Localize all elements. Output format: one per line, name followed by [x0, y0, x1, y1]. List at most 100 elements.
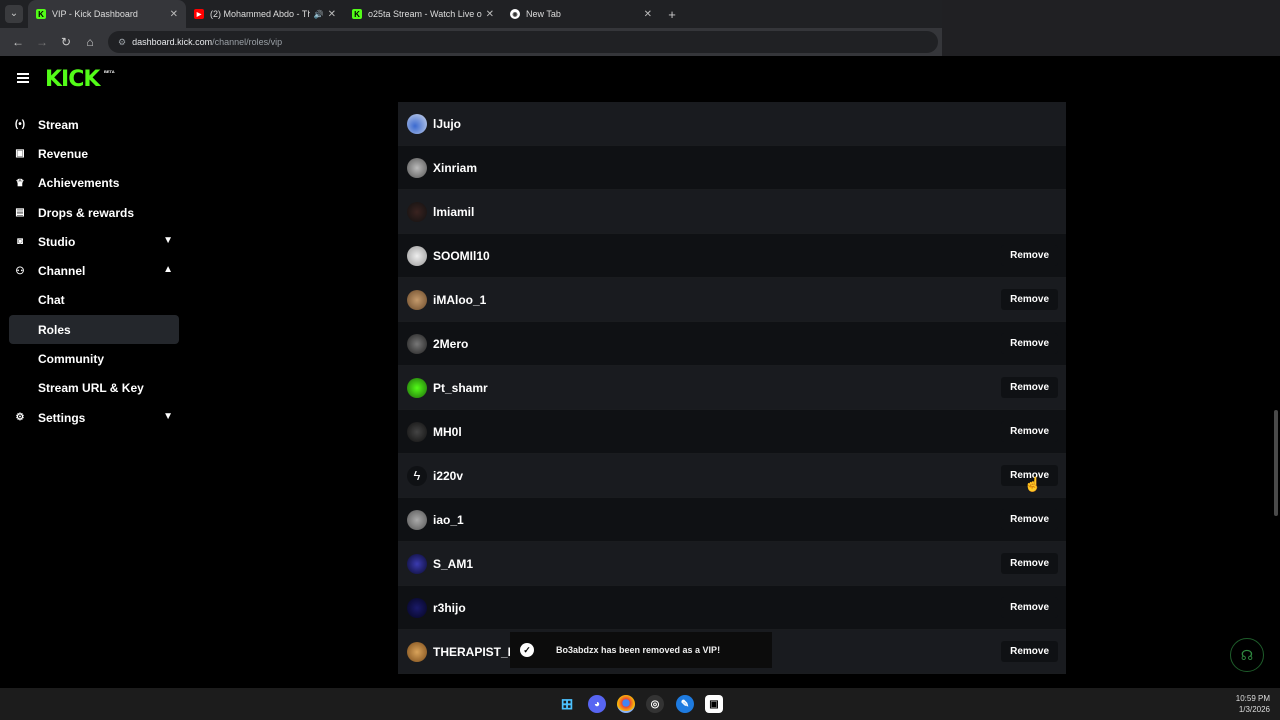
- avatar: [407, 597, 427, 618]
- kick-icon: K: [352, 9, 362, 19]
- kick-logo[interactable]: KICK: [45, 67, 100, 92]
- remove-button[interactable]: Remove: [1001, 509, 1058, 530]
- close-icon[interactable]: ✕: [328, 9, 336, 20]
- address-path: /channel/roles/vip: [212, 37, 283, 47]
- vip-username[interactable]: iao_1: [433, 513, 1001, 527]
- mouse-cursor-icon: ☝: [1024, 476, 1042, 492]
- chrome-icon[interactable]: [617, 695, 635, 713]
- windows-start-icon[interactable]: ⊞: [558, 695, 576, 713]
- vip-username[interactable]: lmiamil: [433, 205, 1066, 219]
- remove-button[interactable]: Remove: [1001, 553, 1058, 574]
- toast-notification: ✓ Bo3abdzx has been removed as a VIP!: [510, 632, 772, 668]
- remove-button[interactable]: Remove: [1001, 421, 1058, 442]
- vip-username[interactable]: iMAloo_1: [433, 293, 1001, 307]
- browser-tab-vip[interactable]: K VIP - Kick Dashboard ✕: [28, 0, 186, 28]
- reload-icon[interactable]: ↻: [54, 35, 78, 49]
- avatar: [407, 333, 427, 354]
- sidebar-item-label: Drops & rewards: [38, 205, 135, 220]
- vip-username[interactable]: lJujo: [433, 117, 1066, 131]
- forward-arrow-icon[interactable]: →: [30, 35, 54, 49]
- sidebar-item-chat[interactable]: Chat: [0, 286, 188, 315]
- chevron-down-icon: ▼: [163, 410, 173, 422]
- kick-dashboard: KICK BETA (•) Stream ▣ Revenue ♛ Achieve…: [0, 56, 1280, 688]
- vip-username[interactable]: 2Mero: [433, 337, 1001, 351]
- close-icon[interactable]: ✕: [486, 9, 494, 20]
- obs-icon[interactable]: ◎: [646, 695, 664, 713]
- avatar: [407, 245, 427, 266]
- lightning-icon: ϟ: [407, 465, 427, 486]
- tab-title: o25ta Stream - Watch Live on K: [368, 9, 482, 19]
- sidebar-item-label: Studio: [38, 234, 76, 249]
- sidebar-item-revenue[interactable]: ▣ Revenue: [0, 139, 188, 168]
- vip-username[interactable]: Xinriam: [433, 161, 1066, 175]
- capcut-icon[interactable]: ▣: [705, 695, 723, 713]
- table-row: SOOMIl10 Remove: [398, 234, 1066, 278]
- table-row: Xinriam: [398, 146, 1066, 190]
- home-icon[interactable]: ⌂: [78, 35, 102, 49]
- tab-title: (2) Mohammed Abdo - The: [210, 9, 310, 19]
- vip-username[interactable]: S_AM1: [433, 557, 1001, 571]
- trophy-icon: ♛: [15, 177, 25, 189]
- sidebar-item-label: Channel: [38, 264, 86, 279]
- vip-username[interactable]: SOOMIl10: [433, 249, 1001, 263]
- table-row: MH0l Remove: [398, 410, 1066, 454]
- vip-username[interactable]: MH0l: [433, 425, 1001, 439]
- sidebar-item-stream[interactable]: (•) Stream: [0, 110, 188, 139]
- vip-username[interactable]: i220v: [433, 469, 1001, 483]
- avatar: [407, 641, 427, 662]
- vip-username[interactable]: r3hijo: [433, 601, 1001, 615]
- sidebar-item-channel[interactable]: ⚇ Channel ▲: [0, 256, 188, 285]
- youtube-icon: ▶: [194, 9, 204, 19]
- sidebar-item-drops[interactable]: ▤ Drops & rewards: [0, 198, 188, 227]
- new-tab-button[interactable]: +: [660, 7, 684, 22]
- vip-list: lJujo Xinriam lmiamil SOOMIl10 Remove iM…: [398, 102, 1066, 674]
- address-bar[interactable]: ⚙ dashboard.kick.com /channel/roles/vip: [108, 31, 938, 53]
- sidebar-item-settings[interactable]: ⚙ Settings ▼: [0, 403, 188, 432]
- remove-button[interactable]: Remove: [1001, 333, 1058, 354]
- sidebar-item-label: Revenue: [38, 146, 89, 161]
- remove-button[interactable]: Remove: [1001, 289, 1058, 310]
- app-icon[interactable]: ✎: [676, 695, 694, 713]
- remove-button[interactable]: Remove: [1001, 245, 1058, 266]
- avatar: [407, 421, 427, 442]
- clock-time: 10:59 PM: [1235, 694, 1270, 703]
- menu-icon[interactable]: [17, 73, 29, 83]
- table-row: lmiamil: [398, 190, 1066, 234]
- discord-icon[interactable]: ◕: [588, 695, 606, 713]
- site-info-icon[interactable]: ⚙: [118, 37, 126, 48]
- tab-title: VIP - Kick Dashboard: [52, 9, 138, 19]
- browser-tab-newtab[interactable]: ◉ New Tab ✕: [502, 0, 660, 28]
- browser-toolbar: ← → ↻ ⌂ ⚙ dashboard.kick.com /channel/ro…: [0, 28, 942, 56]
- close-icon[interactable]: ✕: [644, 9, 652, 20]
- back-arrow-icon[interactable]: ←: [6, 35, 30, 49]
- clock-date: 1/3/2026: [1238, 705, 1270, 714]
- remove-button[interactable]: Remove: [1001, 641, 1058, 662]
- sidebar-item-studio[interactable]: ◙ Studio ▼: [0, 227, 188, 256]
- speaker-icon[interactable]: 🔊: [314, 10, 324, 19]
- sidebar-item-label: Achievements: [38, 176, 120, 191]
- sidebar-item-achievements[interactable]: ♛ Achievements: [0, 169, 188, 198]
- sidebar-item-stream-url-key[interactable]: Stream URL & Key: [0, 374, 188, 403]
- remove-button[interactable]: Remove: [1001, 597, 1058, 618]
- support-chat-button[interactable]: ☊: [1230, 638, 1264, 672]
- avatar: [407, 553, 427, 574]
- browser-tab-stream[interactable]: K o25ta Stream - Watch Live on K ✕: [344, 0, 502, 28]
- vip-username[interactable]: Pt_shamr: [433, 381, 1001, 395]
- table-row: lJujo: [398, 102, 1066, 146]
- camera-icon: ◙: [16, 236, 24, 248]
- tab-search-button[interactable]: ⌄: [0, 0, 28, 28]
- gift-icon: ▤: [15, 207, 25, 219]
- system-clock[interactable]: 10:59 PM 1/3/2026: [1236, 693, 1270, 715]
- beta-badge: BETA: [104, 69, 115, 74]
- scrollbar[interactable]: [1274, 410, 1278, 516]
- users-icon: ⚇: [15, 265, 25, 277]
- table-row: Pt_shamr Remove: [398, 366, 1066, 410]
- sidebar: (•) Stream ▣ Revenue ♛ Achievements ▤ Dr…: [0, 110, 188, 432]
- browser-tab-youtube[interactable]: ▶ (2) Mohammed Abdo - The 🔊 ✕: [186, 0, 344, 28]
- sidebar-item-roles[interactable]: Roles: [9, 315, 179, 345]
- sidebar-item-community[interactable]: Community: [0, 344, 188, 373]
- remove-button[interactable]: Remove: [1001, 377, 1058, 398]
- close-icon[interactable]: ✕: [170, 9, 178, 20]
- table-row: iao_1 Remove: [398, 498, 1066, 542]
- chevron-down-icon: ⌄: [5, 5, 23, 23]
